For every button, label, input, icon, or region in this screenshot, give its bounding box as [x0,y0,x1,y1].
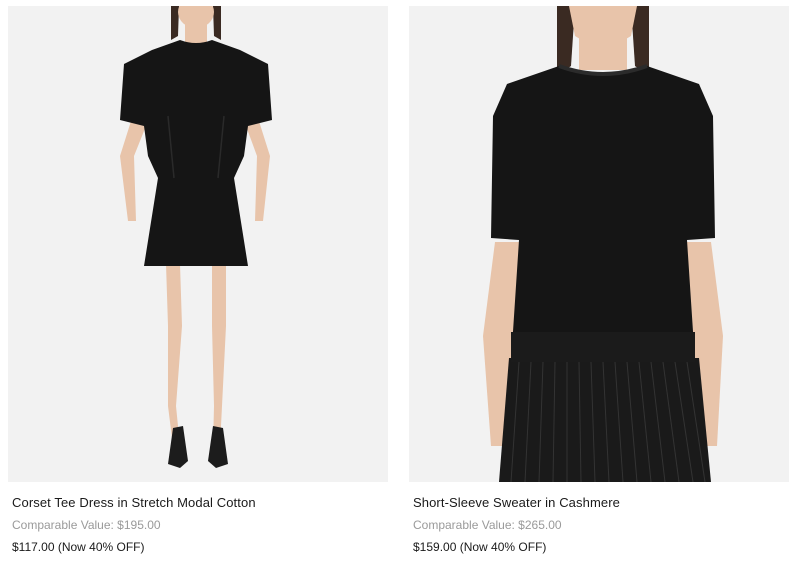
comparable-value: Comparable Value: $195.00 [12,518,161,532]
product-name[interactable]: Short-Sleeve Sweater in Cashmere [413,495,789,511]
product-name[interactable]: Corset Tee Dress in Stretch Modal Cotton [12,495,388,511]
product-card[interactable]: Short-Sleeve Sweater in Cashmere Compara… [409,6,789,555]
model-dress-illustration [8,6,388,482]
product-info: Short-Sleeve Sweater in Cashmere Compara… [409,495,789,555]
product-card[interactable]: Corset Tee Dress in Stretch Modal Cotton… [8,6,388,555]
sale-price: $117.00 (Now 40% OFF) [12,540,145,554]
product-grid: Corset Tee Dress in Stretch Modal Cotton… [0,0,794,563]
product-image[interactable] [8,6,388,482]
product-info: Corset Tee Dress in Stretch Modal Cotton… [8,495,388,555]
comparable-value: Comparable Value: $265.00 [413,518,562,532]
sale-price: $159.00 (Now 40% OFF) [413,540,547,554]
model-sweater-illustration [409,6,789,482]
product-image[interactable] [409,6,789,482]
